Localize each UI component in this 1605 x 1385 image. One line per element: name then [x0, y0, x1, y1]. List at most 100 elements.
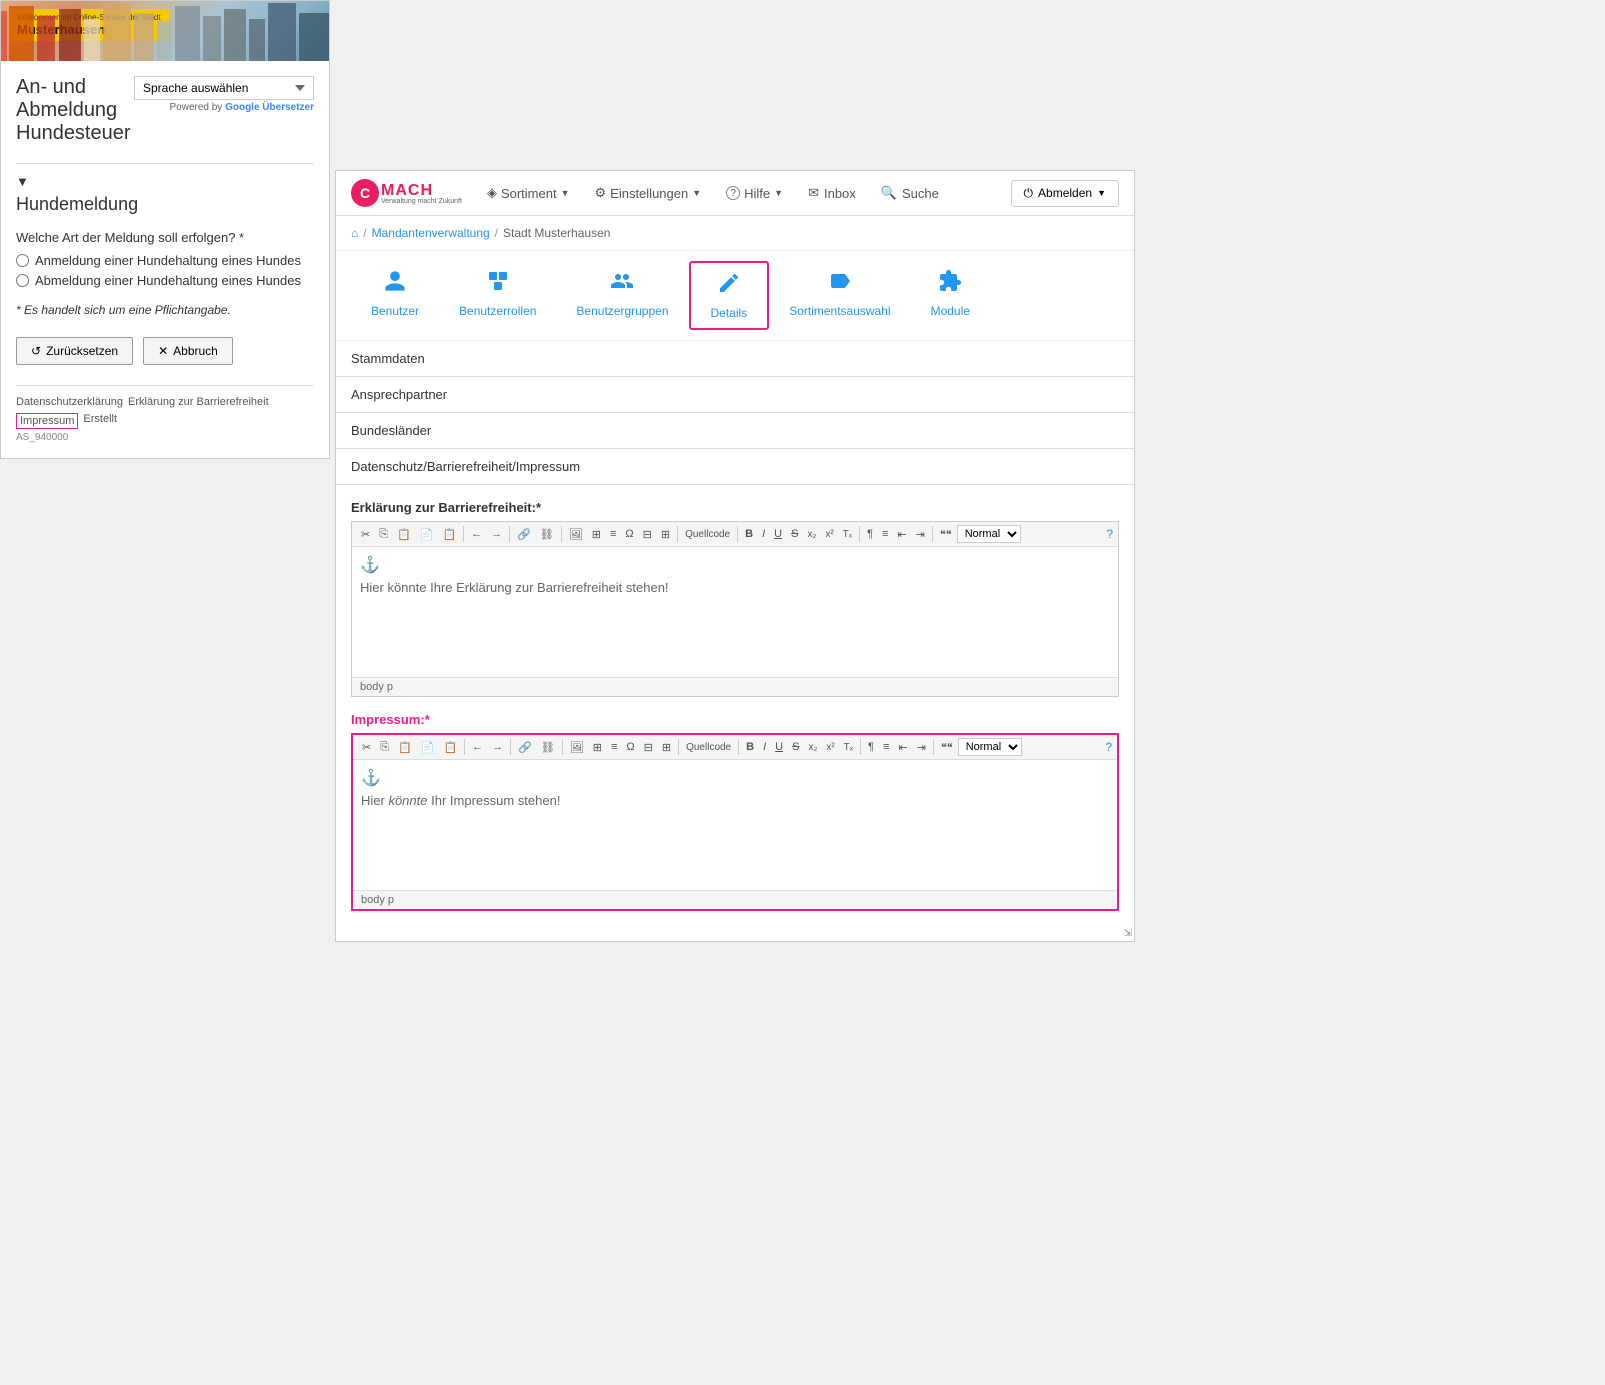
einstellungen-icon: ⚙ — [595, 185, 607, 201]
tb-redo[interactable]: → — [487, 526, 506, 542]
tb2-link[interactable]: 🔗 — [514, 739, 536, 756]
tb2-indent-less[interactable]: ⇤ — [894, 739, 911, 756]
tb-format-select-2[interactable]: Normal — [958, 738, 1022, 756]
link-impressum[interactable]: Impressum — [16, 413, 78, 429]
tb2-clearformat[interactable]: Tₓ — [840, 740, 857, 755]
tb2-blockquote[interactable]: ❝❝ — [937, 739, 957, 756]
tab-benutzerrollen[interactable]: Benutzerrollen — [439, 261, 556, 330]
tab-benutzer[interactable]: Benutzer — [351, 261, 439, 330]
section-stammdaten[interactable]: Stammdaten — [336, 341, 1134, 377]
tb2-bold[interactable]: B — [742, 739, 758, 755]
editor1-footer: body p ⇲ — [352, 677, 1118, 696]
tb2-sub[interactable]: x₂ — [804, 740, 821, 755]
tb2-redo[interactable]: → — [488, 739, 507, 755]
tb-paste2[interactable]: 📄 — [416, 526, 438, 543]
breadcrumb-mandantenverwaltung[interactable]: Mandantenverwaltung — [372, 226, 490, 240]
tb2-special[interactable]: Ω — [622, 739, 638, 755]
tb-bold[interactable]: B — [741, 526, 757, 542]
link-datenschutz[interactable]: Datenschutzerklärung — [16, 396, 123, 408]
nav-hilfe[interactable]: ? Hilfe ▼ — [716, 181, 793, 206]
tb-ul[interactable]: ≡ — [878, 526, 892, 542]
tb-expand[interactable]: ⊞ — [657, 526, 674, 543]
expand-icon[interactable]: ▼ — [16, 174, 314, 189]
tb-help-icon-2[interactable]: ? — [1105, 740, 1112, 754]
tb-indent-more[interactable]: ⇥ — [912, 526, 929, 543]
language-selector[interactable]: Sprache auswählen — [134, 76, 314, 100]
tb2-paste2[interactable]: 📄 — [417, 739, 439, 756]
tb2-copy[interactable]: ⎘ — [376, 739, 393, 756]
editor1-body[interactable]: ⚓ Hier könnte Ihre Erklärung zur Barrier… — [352, 547, 1118, 677]
cancel-button[interactable]: ✕ Abbruch — [143, 337, 233, 365]
tb-image[interactable]: 🖼 — [565, 526, 587, 543]
tb2-unlink[interactable]: ⛓ — [537, 739, 559, 756]
tb2-undo[interactable]: ← — [468, 739, 487, 755]
editor2-body[interactable]: ⚓ Hier könnte Ihr Impressum stehen! — [353, 760, 1117, 890]
tb-format-select-1[interactable]: Normal — [957, 525, 1021, 543]
sep6 — [859, 526, 860, 542]
tb2-underline[interactable]: U — [771, 739, 787, 755]
resize-handle-2[interactable]: ⇲ — [1124, 928, 1132, 939]
tb-source[interactable]: Quellcode — [681, 527, 734, 542]
tb2-cut[interactable]: ✂ — [358, 739, 375, 756]
breadcrumb-home[interactable]: ⌂ — [351, 226, 358, 240]
tab-module[interactable]: Module — [911, 261, 990, 330]
tb2-source[interactable]: Quellcode — [682, 740, 735, 755]
tb-clearformat[interactable]: Tₓ — [839, 527, 856, 542]
tb-paste[interactable]: 📋 — [393, 526, 415, 543]
tab-benutzergruppen[interactable]: Benutzergruppen — [556, 261, 688, 330]
tb-undo[interactable]: ← — [467, 526, 486, 542]
section-ansprechpartner[interactable]: Ansprechpartner — [336, 377, 1134, 413]
tb-cut[interactable]: ✂ — [357, 526, 374, 543]
anchor-icon-1: ⚓ — [360, 555, 1110, 575]
tb2-image[interactable]: 🖼 — [566, 739, 588, 756]
radio-anmeldung[interactable] — [16, 254, 29, 267]
tb-help-icon-1[interactable]: ? — [1106, 527, 1113, 541]
tb-special[interactable]: Ω — [621, 526, 637, 542]
tb2-ul[interactable]: ≡ — [879, 739, 893, 755]
tb-indent-less[interactable]: ⇤ — [893, 526, 910, 543]
tb2-strike[interactable]: S — [788, 739, 803, 755]
tb2-paste3[interactable]: 📋 — [439, 739, 461, 756]
nav-search[interactable]: 🔍 Suche — [871, 180, 949, 206]
tb-italic[interactable]: I — [758, 526, 769, 542]
tab-sortimentsauswahl[interactable]: Sortimentsauswahl — [769, 261, 910, 330]
editor2-container: ✂ ⎘ 📋 📄 📋 ← → 🔗 ⛓ 🖼 ⊞ ≡ Ω ⊟ ⊞ Quellcode — [351, 733, 1119, 911]
section-bundeslaender[interactable]: Bundesländer — [336, 413, 1134, 449]
tb-sup[interactable]: x² — [821, 527, 837, 542]
radio-option-2[interactable]: Abmeldung einer Hundehaltung eines Hunde… — [16, 273, 314, 288]
tb2-ol[interactable]: ¶ — [864, 739, 878, 755]
editor1-toolbar: ✂ ⎘ 📋 📄 📋 ← → 🔗 ⛓ 🖼 ⊞ ≡ Ω ⊟ ⊞ Quellcode — [352, 522, 1118, 547]
tb2-table[interactable]: ⊞ — [589, 739, 606, 756]
tb-paste3[interactable]: 📋 — [438, 526, 460, 543]
tb2-expand[interactable]: ⊞ — [658, 739, 675, 756]
nav-sortiment[interactable]: ◈ Sortiment ▼ — [477, 180, 580, 206]
tb-underline[interactable]: U — [770, 526, 786, 542]
radio-abmeldung[interactable] — [16, 274, 29, 287]
radio-option-1[interactable]: Anmeldung einer Hundehaltung eines Hunde… — [16, 253, 314, 268]
tb2-media[interactable]: ⊟ — [640, 739, 657, 756]
tb-strike[interactable]: S — [787, 526, 802, 542]
logout-button[interactable]: ⏻ Abmelden ▼ — [1011, 180, 1119, 207]
tb-sub[interactable]: x₂ — [803, 527, 820, 542]
link-barrierefreiheit[interactable]: Erklärung zur Barrierefreiheit — [128, 396, 269, 408]
tab-details[interactable]: Details — [689, 261, 770, 330]
cancel-label: Abbruch — [173, 344, 218, 358]
tb-link[interactable]: 🔗 — [513, 526, 535, 543]
nav-inbox[interactable]: ✉ Inbox — [798, 180, 866, 206]
nav-einstellungen[interactable]: ⚙ Einstellungen ▼ — [585, 180, 712, 206]
tb-table[interactable]: ⊞ — [588, 526, 605, 543]
tb2-indent-more[interactable]: ⇥ — [913, 739, 930, 756]
tb-media[interactable]: ⊟ — [639, 526, 656, 543]
tb2-hr[interactable]: ≡ — [607, 739, 621, 755]
tb-hr[interactable]: ≡ — [606, 526, 620, 542]
tb-copy[interactable]: ⎘ — [375, 526, 392, 543]
reset-button[interactable]: ↺ Zurücksetzen — [16, 337, 133, 365]
tb2-paste[interactable]: 📋 — [394, 739, 416, 756]
tb-ol[interactable]: ¶ — [863, 526, 877, 542]
tb2-italic[interactable]: I — [759, 739, 770, 755]
tb2-sup[interactable]: x² — [822, 740, 838, 755]
tb-blockquote[interactable]: ❝❝ — [936, 526, 956, 543]
section-datenschutz[interactable]: Datenschutz/Barrierefreiheit/Impressum — [336, 449, 1134, 485]
tb-unlink[interactable]: ⛓ — [536, 526, 558, 543]
link-erstellt[interactable]: Erstellt — [83, 413, 117, 429]
